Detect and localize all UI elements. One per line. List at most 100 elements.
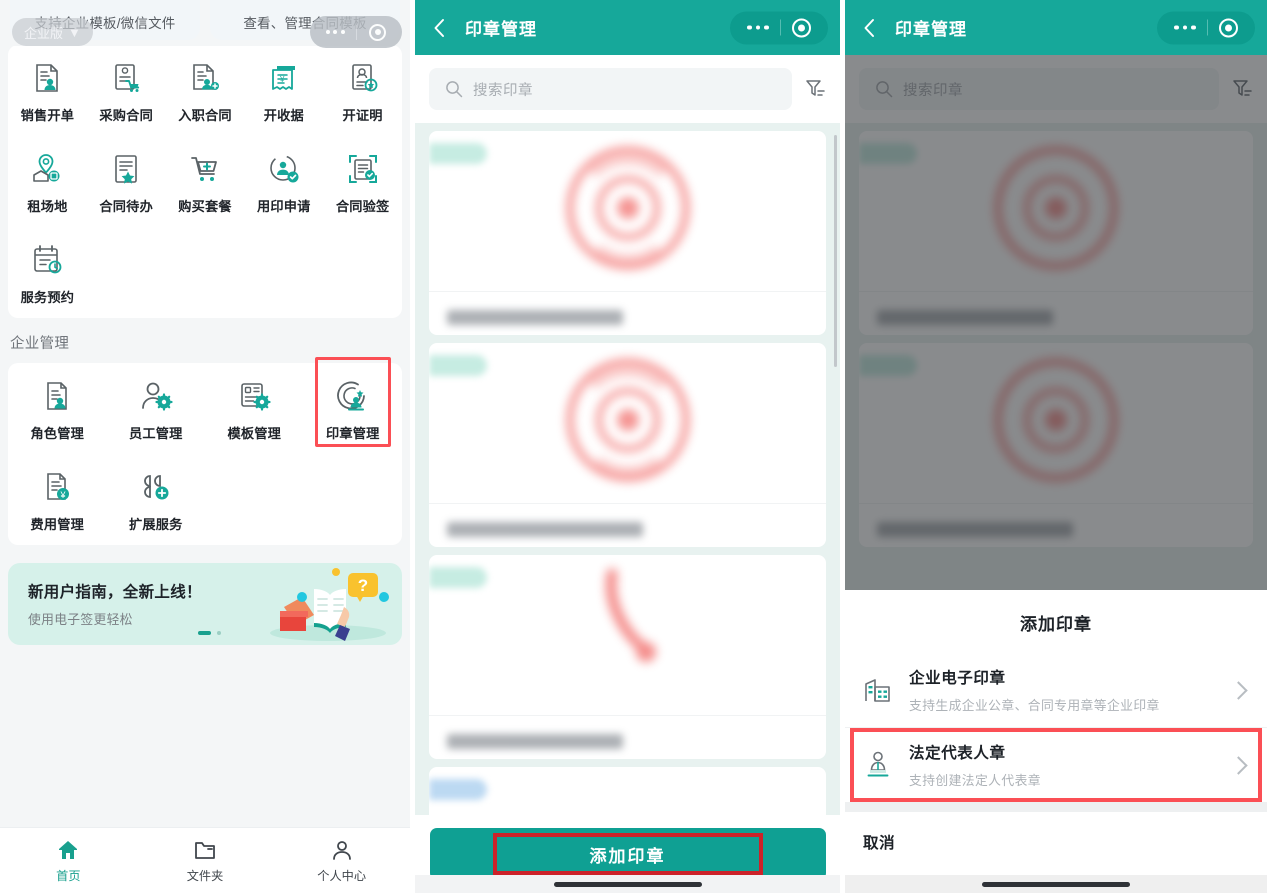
tool-item-purchase-contract[interactable]: 采购合同 <box>87 45 166 136</box>
seal-card[interactable] <box>429 343 826 547</box>
seal-status-badge <box>429 567 487 588</box>
tab-home[interactable]: 首页 <box>0 838 137 884</box>
search-input[interactable]: 搜索印章 <box>429 68 792 110</box>
sheet-option-title: 法定代表人章 <box>909 745 1006 762</box>
target-circle-icon[interactable] <box>1218 18 1238 37</box>
add-seal-label: 添加印章 <box>589 846 666 866</box>
add-seal-button[interactable]: 添加印章 <box>429 828 826 880</box>
seal-name <box>447 310 623 325</box>
tool-item-label: 开收据 <box>263 108 304 123</box>
tab-label: 个人中心 <box>317 868 367 883</box>
tool-item-label: 入职合同 <box>178 108 232 123</box>
folder-icon <box>195 841 215 859</box>
tab-folder[interactable]: 文件夹 <box>137 838 274 884</box>
tool-item-seal-request[interactable]: 用印申请 <box>244 136 323 227</box>
tool-item-sales-invoice[interactable]: 销售开单 <box>8 45 87 136</box>
new-user-guide-banner[interactable]: 新用户指南，全新上线！ 使用电子签更轻松 ? <box>8 563 402 645</box>
panel-seal-list: 印章管理 搜索印章 添加印章 <box>415 0 840 893</box>
enterprise-item-label: 模板管理 <box>227 426 282 441</box>
enterprise-item-template-management[interactable]: 模板管理 <box>205 363 304 454</box>
svg-text:¥: ¥ <box>279 75 285 84</box>
tool-item-contract-verify[interactable]: 合同验签 <box>323 136 402 227</box>
round-seal-icon <box>566 146 689 270</box>
more-dots-icon[interactable] <box>1174 25 1196 30</box>
panel-home: 支持企业模板/微信文件 查看、管理合同模板 企业版 ▼ 签约工具箱 <box>0 0 410 893</box>
enterprise-item-seal-management[interactable]: 印章管理 <box>304 363 403 454</box>
enterprise-item-role-management[interactable]: 角色管理 <box>8 363 107 454</box>
sheet-option-text: 企业电子印章 支持生成企业公章、合同专用章等企业印章 <box>909 666 1216 714</box>
enterprise-card: 角色管理 员工管理 模板管理 印章管理 ¥ 费用管理 扩展服务 <box>8 363 402 545</box>
enterprise-item-label: 印章管理 <box>325 426 380 441</box>
tool-item-buy-package[interactable]: 购买套餐 <box>166 136 245 227</box>
doc-person-icon <box>36 64 59 92</box>
calendar-clock-icon <box>34 245 62 274</box>
tab-label: 首页 <box>56 868 81 883</box>
sheet-option-title: 企业电子印章 <box>909 670 1006 687</box>
tool-item-contract-todo[interactable]: 合同待办 <box>87 136 166 227</box>
list-scrollbar[interactable] <box>833 135 837 367</box>
tool-item-rent-venue[interactable]: 租场地 <box>8 136 87 227</box>
seal-name <box>447 734 623 749</box>
tool-item-receipt[interactable]: ¥ 开收据 <box>244 45 323 136</box>
banner-subtitle: 使用电子签更轻松 <box>28 612 133 627</box>
sheet-option-text: 法定代表人章 支持创建法定人代表章 <box>909 741 1216 789</box>
enterprise-item-fee-management[interactable]: ¥ 费用管理 <box>8 454 107 545</box>
seal-card[interactable] <box>429 131 826 335</box>
seal-artwork <box>429 555 826 715</box>
enterprise-item-staff-management[interactable]: 员工管理 <box>107 363 206 454</box>
capsule-divider <box>779 19 781 36</box>
target-circle-icon[interactable] <box>369 23 387 41</box>
tab-profile[interactable]: 个人中心 <box>273 838 410 884</box>
enterprise-grid: 角色管理 员工管理 模板管理 印章管理 <box>8 363 402 454</box>
seal-card-list[interactable] <box>415 123 840 815</box>
navbar: 印章管理 <box>415 0 840 55</box>
person-gear-icon <box>141 382 173 411</box>
open-book-question-icon: ? <box>270 568 389 641</box>
more-dots-icon[interactable] <box>325 30 345 34</box>
tool-item-label: 开证明 <box>342 108 383 123</box>
enterprise-item-label: 员工管理 <box>128 426 183 441</box>
sheet-option-legal-person-seal[interactable]: 法定代表人章 支持创建法定人代表章 <box>845 727 1267 802</box>
screenshot-stage: 支持企业模板/微信文件 查看、管理合同模板 企业版 ▼ 签约工具箱 <box>0 0 1267 893</box>
miniapp-capsule-overlay[interactable] <box>310 16 402 48</box>
sheet-option-desc: 支持创建法定人代表章 <box>909 773 1041 788</box>
seal-name-row <box>429 503 826 547</box>
grid-plus-icon <box>143 475 169 500</box>
tool-item-certificate[interactable]: 开证明 <box>323 45 402 136</box>
section-title-enterprise: 企业管理 <box>10 336 70 352</box>
banner-title: 新用户指南，全新上线！ <box>28 584 202 601</box>
location-venue-icon <box>33 154 60 182</box>
enterprise-item-extended-service[interactable]: 扩展服务 <box>107 454 206 545</box>
sheet-option-enterprise-seal[interactable]: 企业电子印章 支持生成企业公章、合同专用章等企业印章 <box>845 653 1267 727</box>
tool-item-label: 购买套餐 <box>178 199 232 214</box>
home-indicator-area <box>415 875 840 893</box>
chevron-left-icon[interactable] <box>429 17 451 39</box>
home-indicator <box>553 882 702 887</box>
target-circle-icon[interactable] <box>791 18 811 37</box>
seal-card[interactable] <box>429 767 826 815</box>
more-dots-icon[interactable] <box>747 25 769 30</box>
enterprise-version-pill[interactable]: 企业版 ▼ <box>12 18 93 46</box>
round-seal-icon <box>566 358 689 482</box>
tool-item-service-booking[interactable]: 服务预约 <box>8 227 87 318</box>
seal-name-row <box>429 715 826 759</box>
doc-id-star-icon <box>351 64 377 92</box>
miniapp-capsule[interactable] <box>1157 11 1255 44</box>
tool-item-onboarding-contract[interactable]: 入职合同 <box>166 45 245 136</box>
capsule-divider <box>1206 19 1208 36</box>
filter-funnel-icon[interactable] <box>804 78 826 100</box>
sheet-cancel-button[interactable]: 取消 <box>845 812 1267 875</box>
page-title: 印章管理 <box>465 20 537 39</box>
home-icon <box>59 840 78 859</box>
seal-card[interactable] <box>429 555 826 759</box>
banner-pagination-dots[interactable] <box>198 631 221 635</box>
capsule-divider <box>356 24 358 40</box>
seal-manage-icon <box>336 381 365 411</box>
stamp-check-icon <box>269 155 299 183</box>
chevron-left-icon[interactable] <box>859 17 881 39</box>
top-cards-strip: 支持企业模板/微信文件 查看、管理合同模板 企业版 ▼ <box>0 0 410 48</box>
tool-item-label: 销售开单 <box>20 108 75 123</box>
template-gear-icon <box>241 383 271 411</box>
miniapp-capsule[interactable] <box>730 11 828 44</box>
home-indicator <box>982 882 1130 887</box>
